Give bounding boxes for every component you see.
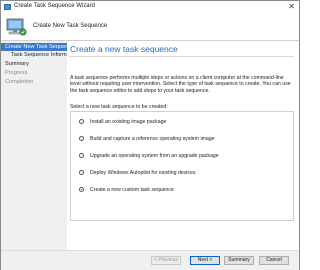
- radio-button[interactable]: [79, 136, 84, 141]
- select-label: Select a new task sequence to be created…: [70, 104, 168, 110]
- option-deploy-autopilot[interactable]: Deploy Windows Autopilot for existing de…: [79, 169, 196, 176]
- radio-button-selected[interactable]: [79, 187, 84, 192]
- window-title: Create Task Sequence Wizard: [14, 3, 95, 9]
- app-icon: [4, 4, 11, 10]
- option-label: Install an existing image package: [90, 118, 167, 125]
- title-divider: [69, 56, 294, 57]
- option-label: Upgrade an operating system from an upgr…: [90, 152, 219, 159]
- sidebar-item-task-sequence-information[interactable]: Task Sequence Informati: [1, 51, 67, 59]
- option-install-existing-image[interactable]: Install an existing image package: [79, 118, 166, 125]
- header-title: Create New Task Sequence: [33, 23, 108, 29]
- wizard-window: Create Task Sequence Wizard ✕ Create New…: [0, 0, 300, 270]
- page-title: Create a new task sequence: [70, 44, 178, 54]
- option-label: Create a new custom task sequence: [90, 186, 174, 193]
- radio-button[interactable]: [79, 170, 84, 175]
- option-create-custom[interactable]: Create a new custom task sequence: [79, 186, 174, 193]
- option-upgrade-os[interactable]: Upgrade an operating system from an upgr…: [79, 152, 219, 159]
- main-content: Create a new task sequence A task sequen…: [67, 41, 299, 250]
- wizard-steps-sidebar: Create New Task Sequence Task Sequence I…: [1, 41, 67, 250]
- radio-button[interactable]: [79, 153, 84, 158]
- task-sequence-type-group: Install an existing image package Build …: [70, 111, 294, 221]
- cancel-button[interactable]: Cancel: [259, 256, 289, 265]
- sidebar-item-summary[interactable]: Summary: [1, 60, 67, 68]
- title-bar: Create Task Sequence Wizard ✕: [1, 1, 299, 14]
- option-label: Deploy Windows Autopilot for existing de…: [90, 169, 196, 176]
- sidebar-item-progress: Progress: [5, 70, 28, 76]
- next-button[interactable]: Next >: [190, 256, 220, 265]
- radio-button[interactable]: [79, 119, 84, 124]
- summary-button[interactable]: Summary: [224, 256, 254, 265]
- wizard-footer: < Previous Next > Summary Cancel: [1, 250, 299, 270]
- wizard-header: Create New Task Sequence: [1, 14, 299, 41]
- option-label: Build and capture a reference operating …: [90, 135, 215, 142]
- computer-icon: [6, 18, 27, 36]
- sidebar-item-completion: Completion: [5, 79, 34, 85]
- description-text: A task sequence performs multiple steps …: [70, 75, 291, 94]
- previous-button[interactable]: < Previous: [151, 256, 181, 265]
- sidebar-item-create-new-task-sequence[interactable]: Create New Task Sequence: [1, 43, 67, 51]
- option-build-and-capture[interactable]: Build and capture a reference operating …: [79, 135, 215, 142]
- close-icon[interactable]: ✕: [288, 2, 295, 12]
